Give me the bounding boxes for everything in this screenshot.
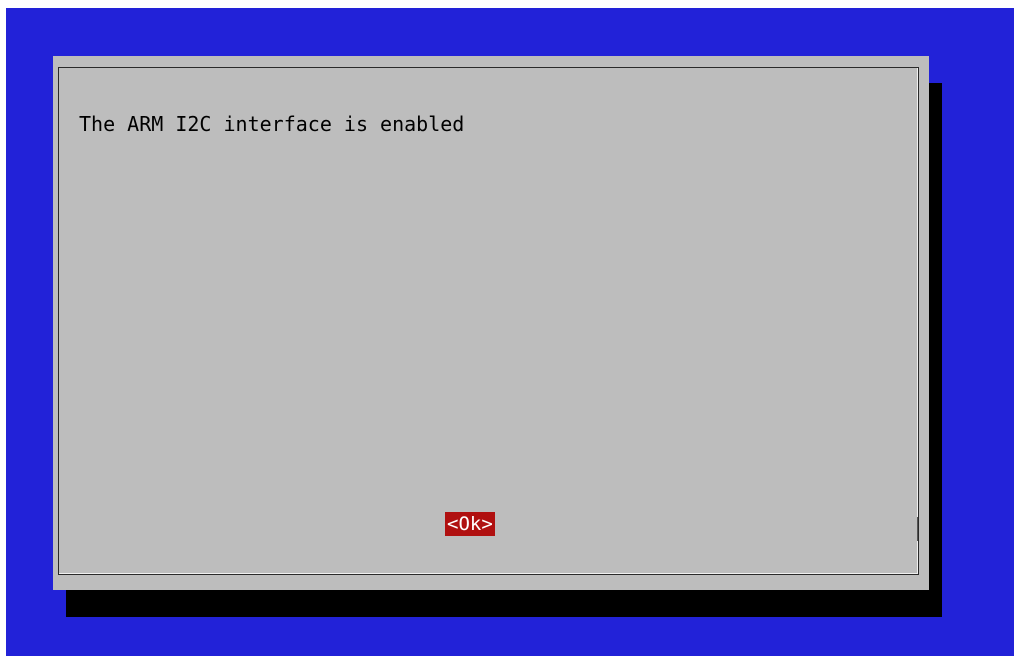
dialog-message: The ARM I2C interface is enabled xyxy=(79,112,465,136)
dialog-border xyxy=(58,67,919,575)
ok-button[interactable]: <Ok> xyxy=(445,512,495,536)
dialog-border-mark xyxy=(917,517,918,541)
message-dialog: The ARM I2C interface is enabled <Ok> xyxy=(53,56,929,590)
